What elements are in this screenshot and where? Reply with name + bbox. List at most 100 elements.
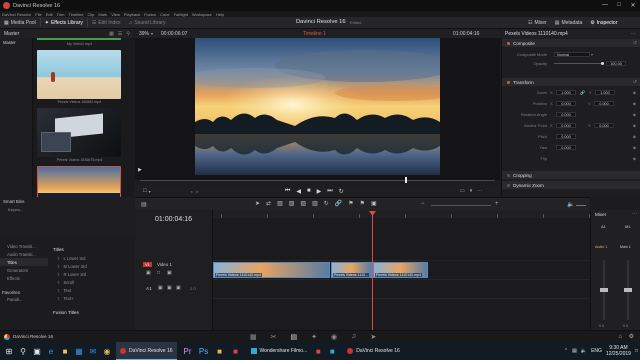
tray-chevron-icon[interactable]: ⌃ — [564, 348, 568, 354]
zoom-out-icon[interactable]: − — [421, 201, 425, 207]
bin-item-master[interactable]: Master — [0, 38, 32, 47]
search-icon[interactable]: ⚲ — [16, 344, 30, 358]
keyframe-icon[interactable]: ◆ — [633, 112, 636, 117]
fx-category-video-transitions[interactable]: Video Transiti... — [0, 242, 48, 250]
page-edit-icon[interactable]: ▤ — [291, 333, 298, 341]
transform-y-value[interactable]: 1.000 — [594, 89, 615, 95]
opacity-slider[interactable] — [554, 61, 604, 65]
notification-icon[interactable]: □ — [635, 348, 638, 354]
composite-mode-select[interactable]: Normal — [554, 51, 590, 57]
transform-x-value[interactable]: 0.000 — [556, 144, 576, 150]
fullscreen-icon[interactable]: ▭ — [460, 188, 465, 194]
options-icon[interactable]: ⋯ — [477, 188, 482, 194]
loop-icon[interactable]: ↻ — [339, 188, 344, 195]
fx-category-audio-transitions[interactable]: Audio Transiti... — [0, 250, 48, 258]
app-icon[interactable]: ■ — [229, 344, 243, 358]
grid-view-icon[interactable]: ▦ — [109, 31, 114, 37]
transform-x-value[interactable]: 0.000 — [556, 133, 576, 139]
title-template-item[interactable]: TR Lower 3rd — [50, 270, 134, 278]
viewer-scrub-bar[interactable]: ▶ — [135, 167, 500, 185]
edit-index-button[interactable]: ☰ Edit Index — [88, 17, 125, 29]
mute-icon[interactable]: ▣ — [176, 285, 181, 291]
fx-category-effects[interactable]: Effects — [0, 274, 48, 282]
trim-tool-icon[interactable]: ⇄ — [266, 200, 271, 207]
keyframe-icon[interactable]: ◆ — [633, 123, 636, 128]
keyframe-icon[interactable]: ◆ — [633, 90, 636, 95]
keyframe-icon[interactable]: ◆ — [633, 145, 636, 150]
prev-frame-icon[interactable]: < — [191, 189, 193, 194]
page-cut-icon[interactable]: ✂ — [271, 333, 277, 341]
page-media-icon[interactable]: ▦ — [250, 333, 257, 341]
sound-library-button[interactable]: ♫ Sound Library — [125, 17, 170, 29]
transform-x-value[interactable]: 0.000 — [556, 100, 576, 106]
reverse-play-icon[interactable]: ◀ — [296, 188, 301, 195]
taskbar-app-resolve-2[interactable]: DaVinci Resolve 16 — [343, 342, 404, 360]
file-explorer-icon[interactable]: ■ — [58, 344, 72, 358]
timeline-ruler[interactable] — [213, 210, 590, 218]
fx-category-generators[interactable]: Generators — [0, 266, 48, 274]
timeline-clip[interactable]: Pexels Videos 1110140.mp4 — [373, 262, 428, 278]
reset-icon[interactable]: ↺ — [633, 79, 637, 85]
viewer-zoom[interactable]: 39% — [139, 31, 149, 37]
marker-icon[interactable]: ⚑ — [360, 200, 365, 207]
layout-icon[interactable]: ▤ — [141, 201, 147, 208]
fader-m1[interactable] — [624, 260, 632, 320]
toggle-dot-icon[interactable] — [507, 173, 510, 177]
options-icon[interactable]: ⋯ — [632, 211, 637, 217]
network-icon[interactable]: ▤ — [572, 348, 577, 354]
audio-icon[interactable]: 🔈 — [567, 201, 574, 208]
clock-date[interactable]: 12/25/2019 — [606, 351, 631, 357]
close-icon[interactable]: ✕ — [626, 2, 640, 9]
play-icon[interactable]: ▶ — [317, 188, 322, 195]
transform-section[interactable]: Transform ↺ — [502, 78, 640, 86]
media-pool-button[interactable]: ▦ Media Pool — [0, 17, 40, 29]
link-icon[interactable]: 🔗 — [580, 90, 585, 95]
page-color-icon[interactable]: ◉ — [331, 333, 337, 341]
keyframe-icon[interactable]: ◆ — [633, 101, 636, 106]
position-lock-icon[interactable]: ▣ — [371, 200, 377, 207]
solo-icon[interactable]: ▣ — [167, 285, 172, 291]
chevron-down-icon[interactable]: ▾ — [470, 188, 473, 194]
linked-selection-icon[interactable]: 🔗 — [335, 200, 342, 207]
timeline-playhead[interactable] — [372, 211, 373, 330]
fader-knob[interactable] — [600, 288, 608, 292]
inspector-button[interactable]: ⚙ Inspector — [586, 17, 621, 29]
crop-tool-icon[interactable]: □ — [143, 188, 147, 194]
dynamic-zoom-section[interactable]: Dynamic Zoom — [502, 181, 640, 189]
transform-y-value[interactable]: 0.000 — [594, 122, 614, 128]
track-tag[interactable]: A1 — [146, 286, 152, 291]
skip-start-icon[interactable]: ⏮ — [285, 188, 290, 195]
cropping-section[interactable]: Cropping — [502, 171, 640, 179]
chevron-down-icon[interactable]: ▾ — [151, 31, 153, 36]
app-icon[interactable]: ■ — [213, 344, 227, 358]
app-icon[interactable]: ■ — [325, 344, 339, 358]
timeline-clip[interactable]: Pexels Videos 1110... — [331, 262, 372, 278]
premiere-icon[interactable]: Pr — [181, 344, 195, 358]
page-fairlight-icon[interactable]: ♫ — [351, 333, 356, 341]
toggle-visibility-icon[interactable]: ▣ — [167, 270, 172, 276]
input-language[interactable]: ENG — [591, 348, 602, 354]
track-tag[interactable]: V1 — [143, 262, 152, 267]
replace-clip-icon[interactable]: ▧ — [312, 200, 318, 207]
slider-knob[interactable] — [601, 61, 604, 65]
playhead-marker[interactable] — [405, 177, 407, 183]
chevron-down-icon[interactable]: ▾ — [591, 52, 593, 57]
minimize-icon[interactable]: — — [598, 2, 612, 9]
chrome-icon[interactable]: ◉ — [100, 344, 114, 358]
audio-level-bar[interactable] — [576, 205, 586, 206]
overwrite-clip-icon[interactable]: ▧ — [300, 200, 306, 207]
metadata-button[interactable]: ▤ Metadata — [551, 17, 587, 29]
lock-icon[interactable]: ▣ — [158, 285, 163, 291]
opacity-value[interactable]: 100.00 — [606, 60, 626, 66]
home-icon[interactable]: ⌂ — [618, 334, 622, 340]
photoshop-icon[interactable]: Ps — [197, 344, 211, 358]
toggle-dot-icon[interactable] — [507, 183, 510, 187]
snapping-icon[interactable]: ↻ — [324, 200, 329, 207]
favorite-item[interactable]: Paradi... — [0, 295, 48, 303]
timeline-name[interactable]: Timeline 1 — [303, 31, 326, 37]
chevron-down-icon[interactable]: ▾ — [149, 189, 151, 194]
title-template-item[interactable]: T Scroll — [50, 278, 134, 286]
fader-knob[interactable] — [624, 288, 632, 292]
menu-help[interactable]: Help — [216, 12, 224, 17]
blade-tool-icon[interactable]: ▧ — [277, 200, 283, 207]
